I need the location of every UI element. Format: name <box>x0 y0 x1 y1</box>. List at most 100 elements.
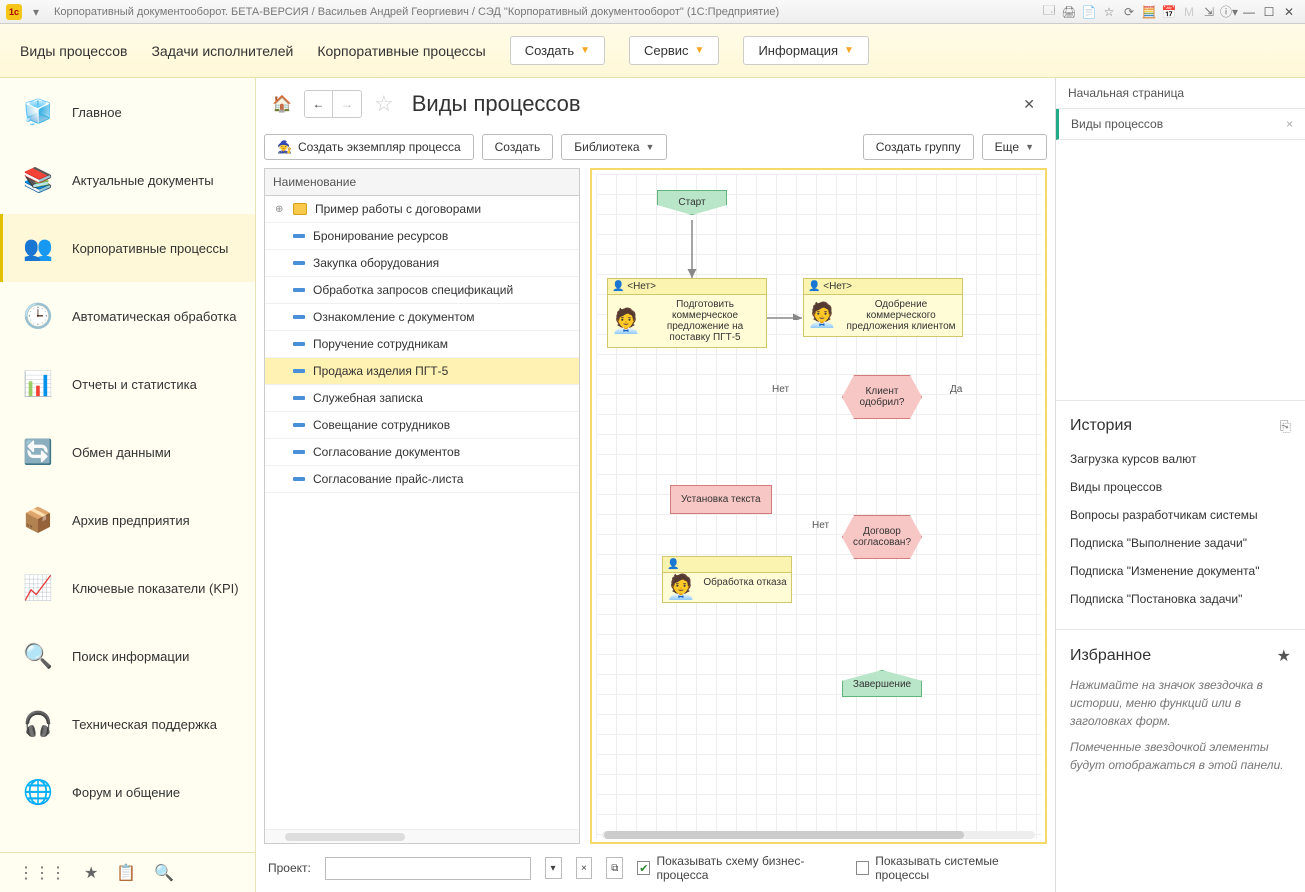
history-item[interactable]: Загрузка курсов валют <box>1070 445 1291 473</box>
diagram-task-prepare[interactable]: 👤 <Нет> 🧑‍💼Подготовить коммерческое пред… <box>607 278 767 348</box>
sidebar-item-documents[interactable]: 📚Актуальные документы <box>0 146 255 214</box>
tree-item[interactable]: Поручение сотрудникам <box>265 331 579 358</box>
close-tab-icon[interactable]: × <box>1286 117 1293 131</box>
user-icon: 👤 <box>667 559 679 570</box>
maximize-button[interactable]: ☐ <box>1259 5 1279 19</box>
toolbar: 🧙Создать экземпляр процесса Создать Библ… <box>264 130 1047 168</box>
history-item[interactable]: Подписка "Изменение документа" <box>1070 557 1291 585</box>
top-info-button[interactable]: Информация▼ <box>743 36 869 65</box>
history-item[interactable]: Виды процессов <box>1070 473 1291 501</box>
favorites-hint: Нажимайте на значок звездочка в истории,… <box>1070 676 1291 730</box>
history-item[interactable]: Подписка "Выполнение задачи" <box>1070 529 1291 557</box>
diagram-task-refusal[interactable]: 👤 🧑‍💼Обработка отказа <box>662 556 792 603</box>
tree-header[interactable]: Наименование <box>265 169 579 196</box>
wizard-icon: 🧙 <box>277 140 292 154</box>
checkbox-show-system[interactable]: Показывать системые процессы <box>856 854 1043 882</box>
favorites-hint-2: Помеченные звездочкой элементы будут ото… <box>1070 738 1291 774</box>
tree-item[interactable]: Согласование прайс-листа <box>265 466 579 493</box>
menu-process-types[interactable]: Виды процессов <box>20 43 127 59</box>
checkbox-show-scheme[interactable]: ✔Показывать схему бизнес-процесса <box>637 854 842 882</box>
m-icon[interactable]: M <box>1181 4 1197 20</box>
print-icon[interactable]: 🖨 <box>1061 4 1077 20</box>
tree-item[interactable]: Согласование документов <box>265 439 579 466</box>
tree-folder-row[interactable]: ⊕Пример работы с договорами <box>265 196 579 223</box>
history-item[interactable]: Вопросы разработчикам системы <box>1070 501 1291 529</box>
sidebar-item-label: Актуальные документы <box>72 173 214 188</box>
sidebar-item-label: Ключевые показатели (KPI) <box>72 581 239 596</box>
sidebar-item-kpi[interactable]: 📈Ключевые показатели (KPI) <box>0 554 255 622</box>
calendar-icon[interactable]: 📅 <box>1161 4 1177 20</box>
diagram-task-approve[interactable]: 👤 <Нет> 🧑‍💼Одобрение коммерческого предл… <box>803 278 963 337</box>
diagram-decision-client[interactable]: Клиент одобрил? <box>842 375 922 419</box>
sidebar-item-forum[interactable]: 🌐Форум и общение <box>0 758 255 826</box>
tree-item[interactable]: Совещание сотрудников <box>265 412 579 439</box>
person-icon: 🧑‍💼 <box>804 295 840 336</box>
favorite-star-icon[interactable]: ☆ <box>374 91 394 117</box>
search-small-icon[interactable]: 🔍 <box>154 863 174 883</box>
project-clear-button[interactable]: × <box>576 857 593 879</box>
tree-item[interactable]: Служебная записка <box>265 385 579 412</box>
top-create-button[interactable]: Создать▼ <box>510 36 605 65</box>
project-open-button[interactable]: ⧉ <box>606 857 623 879</box>
create-instance-button[interactable]: 🧙Создать экземпляр процесса <box>264 134 474 160</box>
dropdown-icon[interactable]: ▾ <box>28 4 44 20</box>
back-button[interactable]: ← <box>305 91 333 117</box>
clipboard-icon[interactable]: 📋 <box>116 863 136 883</box>
sidebar-item-support[interactable]: 🎧Техническая поддержка <box>0 690 255 758</box>
expand-icon[interactable]: ⊕ <box>275 204 285 215</box>
diagram-scrollbar[interactable] <box>602 831 1035 839</box>
main-content: 🏠 ← → ☆ Виды процессов ✕ 🧙Создать экземп… <box>256 78 1055 892</box>
app-logo-icon: 1c <box>6 4 22 20</box>
history-pin-icon[interactable]: ⎘ <box>1280 418 1291 435</box>
tree-item-label: Бронирование ресурсов <box>313 229 448 243</box>
menu-tasks[interactable]: Задачи исполнителей <box>151 43 293 59</box>
close-window-button[interactable]: ✕ <box>1279 5 1299 19</box>
more-button[interactable]: Еще▼ <box>982 134 1047 160</box>
page-header: 🏠 ← → ☆ Виды процессов ✕ <box>264 84 1047 130</box>
rightbar-tab-active[interactable]: Виды процессов× <box>1056 109 1305 140</box>
sidebar-item-main[interactable]: 🧊Главное <box>0 78 255 146</box>
menu-corp-processes[interactable]: Корпоративные процессы <box>317 43 485 59</box>
sidebar-item-label: Техническая поддержка <box>72 717 217 732</box>
tree-item[interactable]: Ознакомление с документом <box>265 304 579 331</box>
star-icon[interactable]: ★ <box>1277 646 1291 666</box>
project-input[interactable] <box>325 857 531 880</box>
tree-item[interactable]: Обработка запросов спецификаций <box>265 277 579 304</box>
library-button[interactable]: Библиотека▼ <box>561 134 667 160</box>
box-icon: 📦 <box>18 500 58 540</box>
diagram-box-settext[interactable]: Установка текста <box>670 485 772 514</box>
star-icon[interactable]: ☆ <box>1101 4 1117 20</box>
top-service-button[interactable]: Сервис▼ <box>629 36 719 65</box>
close-page-button[interactable]: ✕ <box>1015 92 1043 117</box>
project-dropdown-button[interactable]: ▾ <box>545 857 562 879</box>
minimize-button[interactable]: — <box>1239 5 1259 19</box>
history-item[interactable]: Подписка "Постановка задачи" <box>1070 585 1291 613</box>
sidebar-item-reports[interactable]: 📊Отчеты и статистика <box>0 350 255 418</box>
create-button[interactable]: Создать <box>482 134 554 160</box>
sidebar-item-processes[interactable]: 👥Корпоративные процессы <box>0 214 255 282</box>
calc-icon[interactable]: 🧮 <box>1141 4 1157 20</box>
process-diagram[interactable]: Старт 👤 <Нет> 🧑‍💼Подготовить коммерческо… <box>590 168 1047 844</box>
apps-icon[interactable]: ⋮⋮⋮ <box>18 863 66 883</box>
history-icon[interactable]: ⟳ <box>1121 4 1137 20</box>
diagram-decision-contract[interactable]: Договор согласован? <box>842 515 922 559</box>
tree-item[interactable]: Бронирование ресурсов <box>265 223 579 250</box>
tree-item-selected[interactable]: Продажа изделия ПГТ-5 <box>265 358 579 385</box>
create-group-button[interactable]: Создать группу <box>863 134 974 160</box>
forward-button[interactable]: → <box>333 91 361 117</box>
sidebar-item-label: Корпоративные процессы <box>72 241 228 256</box>
checkbox-icon: ✔ <box>637 861 650 875</box>
collapse-icon[interactable]: ⇲ <box>1201 4 1217 20</box>
sidebar-item-exchange[interactable]: 🔄Обмен данными <box>0 418 255 486</box>
home-button[interactable]: 🏠 <box>268 90 296 118</box>
sidebar-item-auto[interactable]: 🕒Автоматическая обработка <box>0 282 255 350</box>
sidebar-item-archive[interactable]: 📦Архив предприятия <box>0 486 255 554</box>
print-preview-icon[interactable]: 🗔 <box>1041 4 1057 20</box>
favorite-icon[interactable]: ★ <box>84 863 98 883</box>
sidebar-item-search[interactable]: 🔍Поиск информации <box>0 622 255 690</box>
tree-item[interactable]: Закупка оборудования <box>265 250 579 277</box>
info-icon[interactable]: ⓘ▾ <box>1221 4 1237 20</box>
tree-scrollbar[interactable] <box>265 829 579 843</box>
doc-icon[interactable]: 📄 <box>1081 4 1097 20</box>
rightbar-tab-home[interactable]: Начальная страница <box>1056 78 1305 109</box>
